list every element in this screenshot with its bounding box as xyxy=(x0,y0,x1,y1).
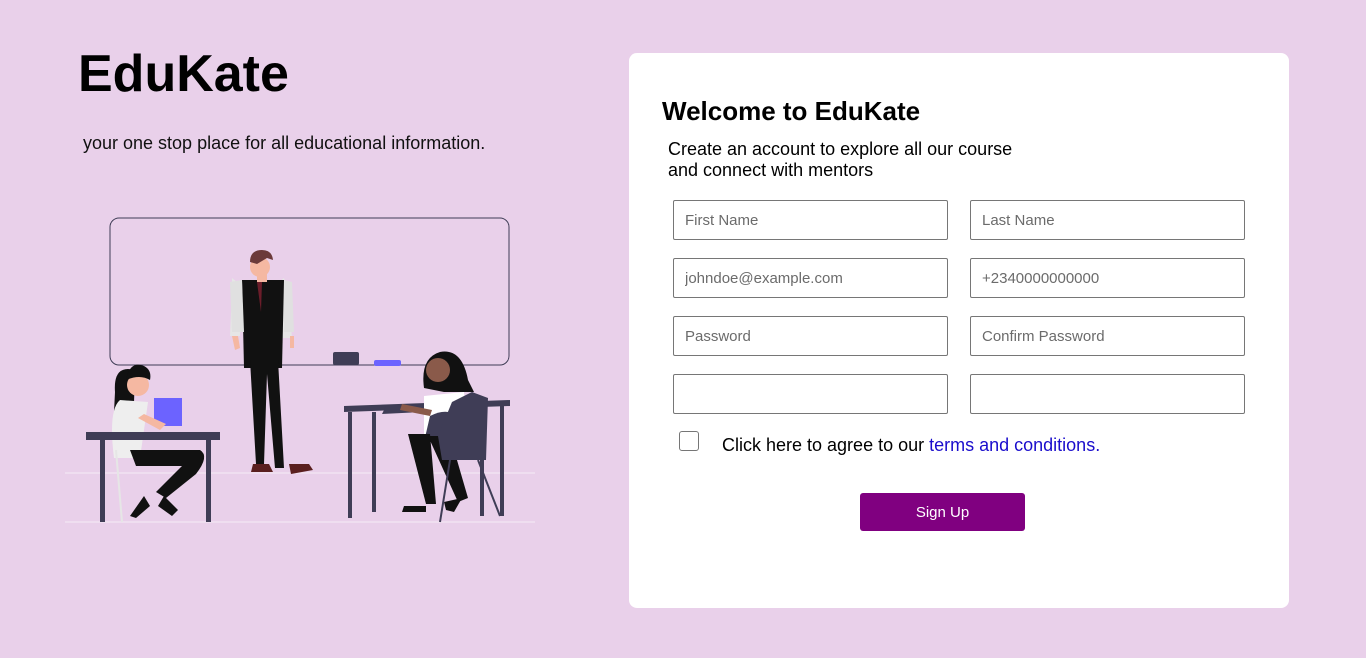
classroom-illustration xyxy=(65,217,535,523)
signup-card: Welcome to EduKate Create an account to … xyxy=(629,53,1289,608)
password-input[interactable] xyxy=(673,316,948,356)
brand-tagline: your one stop place for all educational … xyxy=(83,133,486,153)
form-subtitle-line1: Create an account to explore all our cou… xyxy=(668,139,1013,159)
confirm-password-input[interactable] xyxy=(970,316,1245,356)
teacher-figure xyxy=(230,250,313,474)
extra-field-left[interactable] xyxy=(673,374,948,414)
terms-label: Click here to agree to our terms and con… xyxy=(722,435,1100,456)
board-marker xyxy=(374,360,401,366)
brand-title: EduKate xyxy=(78,45,289,103)
terms-link[interactable]: terms and conditions. xyxy=(929,435,1100,455)
extra-field-right[interactable] xyxy=(970,374,1245,414)
form-subtitle: Create an account to explore all our cou… xyxy=(668,139,1028,181)
sign-up-button[interactable]: Sign Up xyxy=(860,493,1025,531)
form-title: Welcome to EduKate xyxy=(662,96,921,126)
first-name-input[interactable] xyxy=(673,200,948,240)
terms-label-prefix: Click here to agree to our xyxy=(722,435,930,455)
left-student-desk xyxy=(86,364,220,523)
form-subtitle-line2: and connect with mentors xyxy=(668,160,874,180)
terms-checkbox[interactable] xyxy=(679,431,699,451)
board-eraser xyxy=(333,352,359,365)
whiteboard xyxy=(109,217,510,366)
last-name-input[interactable] xyxy=(970,200,1245,240)
email-input[interactable] xyxy=(673,258,948,298)
right-student-desk xyxy=(344,351,510,523)
phone-input[interactable] xyxy=(970,258,1245,298)
